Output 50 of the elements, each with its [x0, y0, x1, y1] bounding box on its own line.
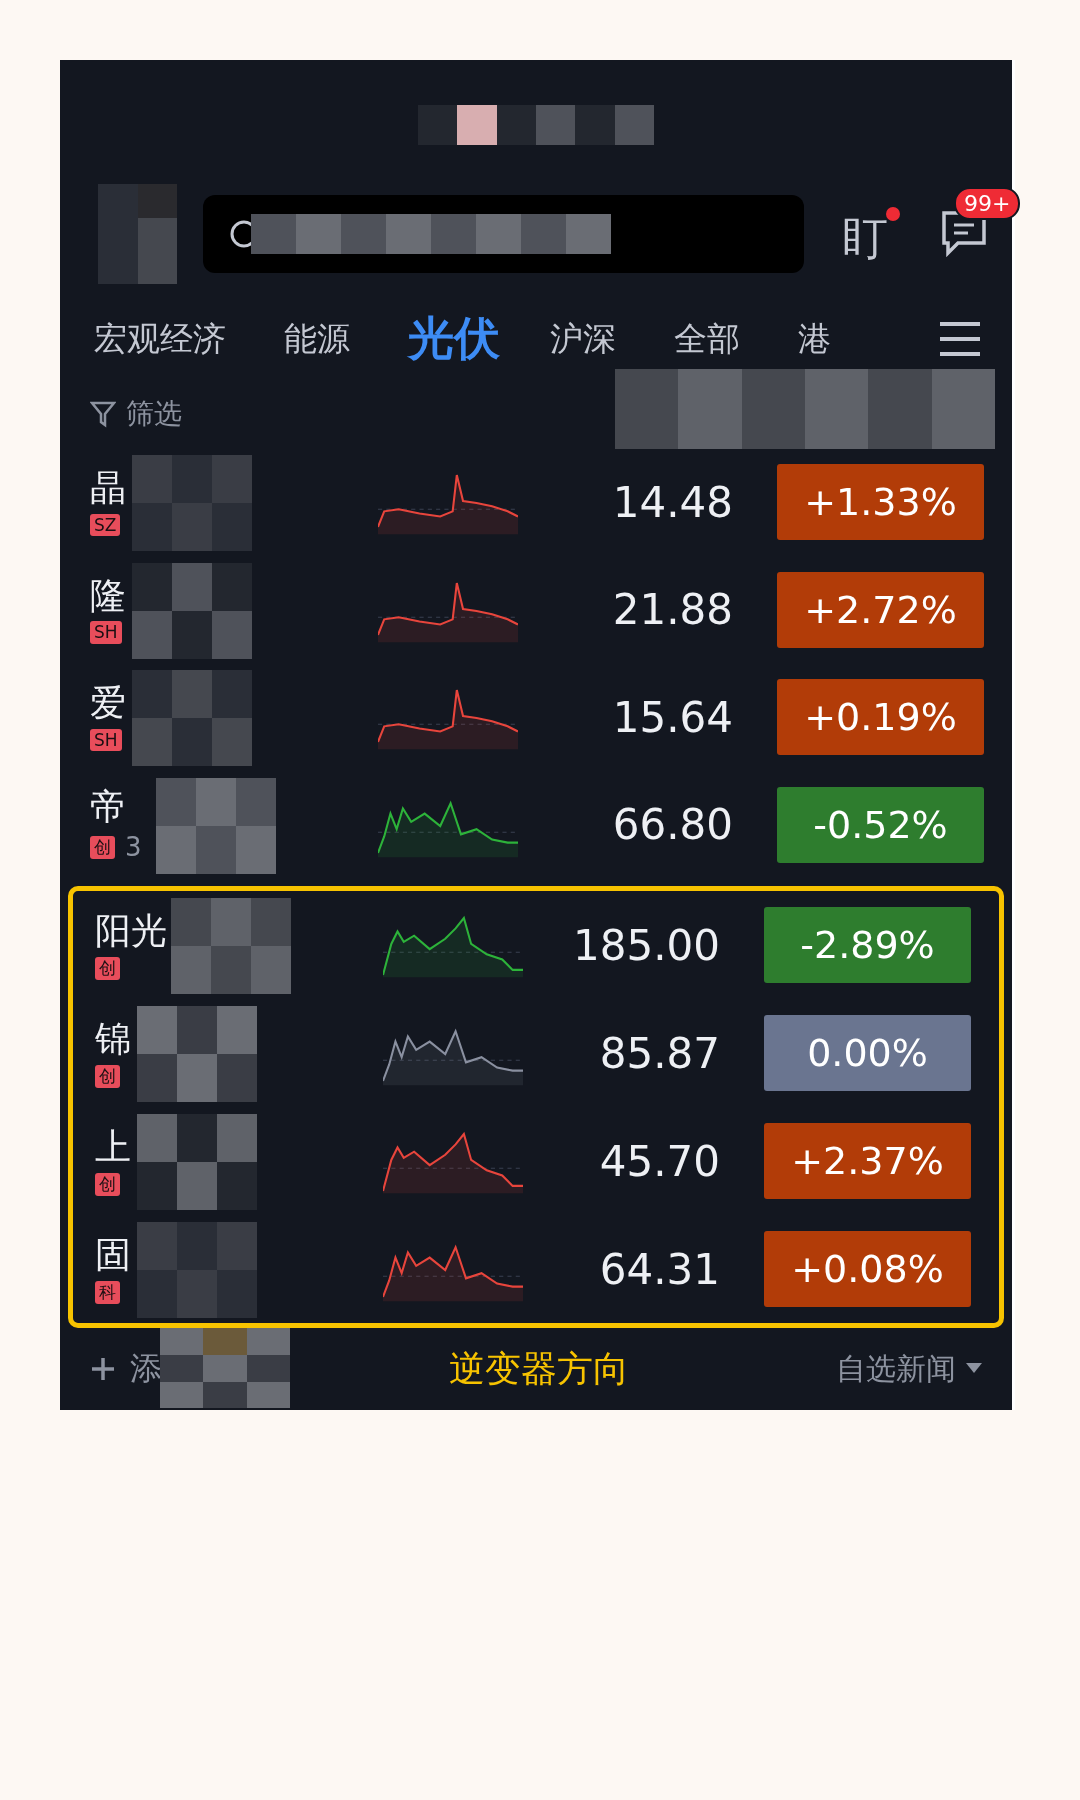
stock-price: 85.87: [598, 1028, 721, 1078]
search-icon: [229, 219, 251, 250]
exchange-badge: 创: [95, 956, 120, 980]
add-button[interactable]: 添: [90, 1347, 162, 1392]
stock-code: 3: [125, 832, 142, 863]
stock-price: 64.31: [598, 1244, 721, 1294]
stock-price: 66.80: [611, 800, 734, 850]
change-badge: +0.19%: [777, 679, 984, 756]
category-tab[interactable]: 宏观经济: [94, 316, 226, 362]
stock-name: 晶: [90, 468, 127, 508]
stock-price: 15.64: [611, 692, 734, 742]
exchange-badge: SZ: [90, 513, 121, 537]
menu-icon[interactable]: [938, 321, 982, 358]
stock-price: 45.70: [598, 1136, 721, 1186]
message-badge: 99+: [954, 187, 1021, 221]
stock-price: 185.00: [572, 920, 721, 970]
change-badge: +0.08%: [764, 1231, 971, 1308]
stock-name: 阳光: [95, 911, 168, 951]
exchange-badge: 科: [95, 1280, 120, 1304]
filter-button[interactable]: 筛选: [90, 394, 182, 433]
exchange-badge: SH: [90, 728, 122, 752]
exchange-badge: 创: [95, 1172, 120, 1196]
stock-name: 爱: [90, 683, 127, 723]
category-tab[interactable]: 光伏: [408, 308, 500, 371]
stock-name: 锦: [95, 1019, 132, 1059]
news-dropdown[interactable]: 自选新闻: [836, 1348, 982, 1390]
annotation-text: 逆变器方向: [449, 1346, 629, 1391]
exchange-badge: SH: [90, 621, 122, 644]
search-field[interactable]: [203, 195, 804, 274]
stock-name: 隆: [90, 575, 127, 616]
watch-icon[interactable]: 盯: [842, 207, 900, 262]
exchange-badge: 创: [90, 836, 115, 859]
change-badge: +2.72%: [777, 571, 984, 648]
exchange-badge: 创: [95, 1064, 120, 1088]
category-tab[interactable]: 沪深: [550, 316, 616, 362]
category-tab[interactable]: 全部: [674, 316, 740, 362]
stock-name: 上: [95, 1127, 132, 1167]
change-badge: +1.33%: [777, 464, 984, 541]
stock-name: 固: [95, 1235, 132, 1275]
category-tab[interactable]: 港: [798, 316, 831, 362]
change-badge: -2.89%: [764, 907, 971, 984]
change-badge: -0.52%: [777, 786, 984, 863]
plus-icon: [90, 1356, 116, 1383]
change-badge: +2.37%: [764, 1123, 971, 1200]
category-tab[interactable]: 能源: [284, 316, 350, 362]
stock-price: 21.88: [611, 585, 734, 635]
filter-icon: [90, 399, 116, 428]
stock-name: 帝: [90, 786, 127, 827]
stock-price: 14.48: [611, 477, 734, 527]
change-badge: 0.00%: [764, 1015, 971, 1092]
